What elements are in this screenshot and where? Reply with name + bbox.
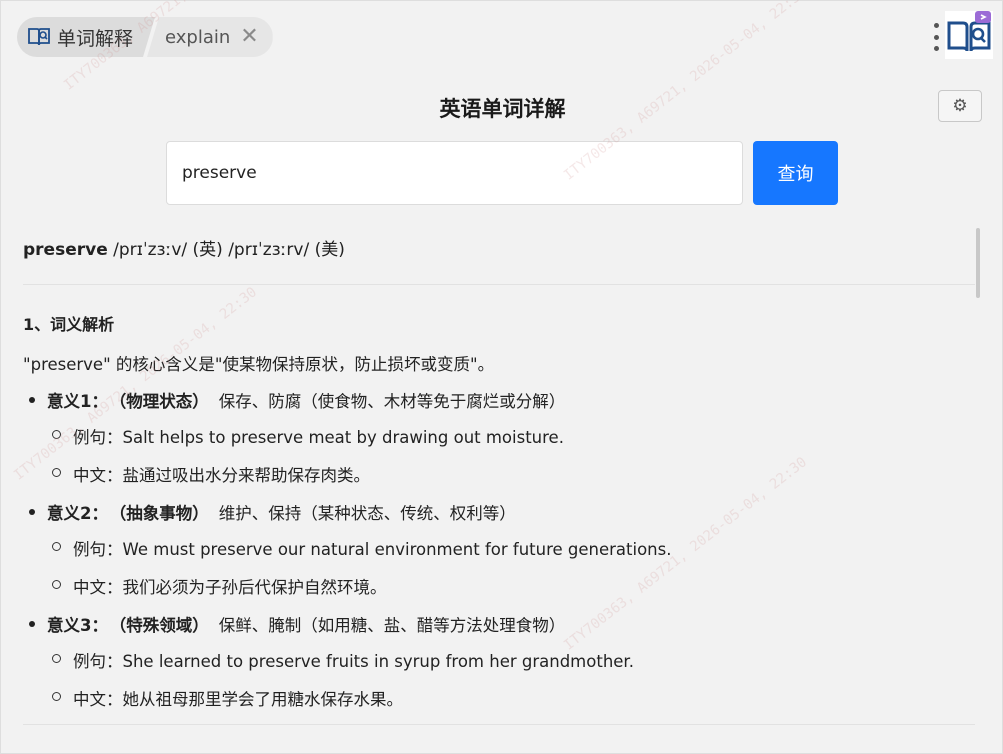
dictionary-icon (27, 26, 51, 48)
example-sentence: 例句：We must preserve our natural environm… (47, 536, 975, 560)
meaning-definition: 保存、防腐（使食物、木材等免于腐烂或分解） (218, 392, 566, 411)
example-translation: 中文：盐通过吸出水分来帮助保存肉类。 (47, 462, 975, 486)
pronunciation-line: preserve /prɪˈzɜːv/ (英) /prɪˈzɜːrv/ (美) (23, 227, 975, 285)
uk-tag: (英) (192, 240, 223, 260)
page-title: 英语单词详解 (439, 97, 566, 121)
app-name: 单词解释 (57, 27, 134, 50)
meaning-category: （抽象事物） (117, 504, 209, 523)
more-menu-icon[interactable] (929, 23, 943, 51)
meaning-label: 意义3： (47, 616, 108, 635)
headword: preserve (23, 240, 108, 260)
meaning-category: （物理状态） (117, 392, 209, 411)
example-translation: 中文：我们必须为子孙后代保护自然环境。 (47, 574, 975, 598)
breadcrumb: 单词解释 explain ✕ (17, 17, 273, 57)
tab-explain[interactable]: explain ✕ (147, 17, 273, 57)
example-sentence: 例句：She learned to preserve fruits in syr… (47, 648, 975, 672)
close-icon[interactable]: ✕ (240, 26, 258, 48)
section-title: 1、词义解析 (23, 315, 115, 334)
pronunciation-uk: /prɪˈzɜːv/ (113, 240, 188, 260)
brand-logo-icon (945, 11, 993, 59)
core-meaning: "preserve" 的核心含义是"使某物保持原状，防止损坏或变质"。 (23, 355, 495, 374)
meaning-definition: 维护、保持（某种状态、传统、权利等） (218, 504, 516, 523)
gear-icon: ⚙ (952, 96, 968, 116)
us-tag: (美) (314, 240, 345, 260)
search-input[interactable] (166, 141, 743, 205)
example-sentence: 例句：Salt helps to preserve meat by drawin… (47, 424, 975, 448)
divider (23, 724, 975, 725)
meaning-item: 意义3： （特殊领域） 保鲜、腌制（如用糖、盐、醋等方法处理食物） 例句：She l… (23, 612, 975, 710)
scrollbar-thumb[interactable] (976, 228, 980, 298)
result-panel: preserve /prɪˈzɜːv/ (英) /prɪˈzɜːrv/ (美) … (23, 227, 975, 754)
crumb-app[interactable]: 单词解释 (17, 17, 155, 57)
meaning-item: 意义1： （物理状态） 保存、防腐（使食物、木材等免于腐烂或分解） 例句：Salt … (23, 388, 975, 486)
meaning-category: （特殊领域） (117, 616, 209, 635)
meaning-item: 意义2： （抽象事物） 维护、保持（某种状态、传统、权利等） 例句：We must … (23, 500, 975, 598)
meaning-definition: 保鲜、腌制（如用糖、盐、醋等方法处理食物） (218, 616, 566, 635)
app-window: 单词解释 explain ✕ 英语单词详解 ⚙ 查询 preserve /prɪ… (0, 0, 1003, 754)
meaning-list: 意义1： （物理状态） 保存、防腐（使食物、木材等免于腐烂或分解） 例句：Salt … (23, 388, 975, 710)
settings-button[interactable]: ⚙ (938, 90, 982, 122)
pronunciation-us: /prɪˈzɜːrv/ (228, 240, 310, 260)
meaning-label: 意义2： (47, 504, 108, 523)
example-translation: 中文：她从祖母那里学会了用糖水保存水果。 (47, 686, 975, 710)
tab-label: explain (165, 26, 231, 48)
search-button[interactable]: 查询 (753, 141, 838, 205)
meaning-label: 意义1： (47, 392, 108, 411)
